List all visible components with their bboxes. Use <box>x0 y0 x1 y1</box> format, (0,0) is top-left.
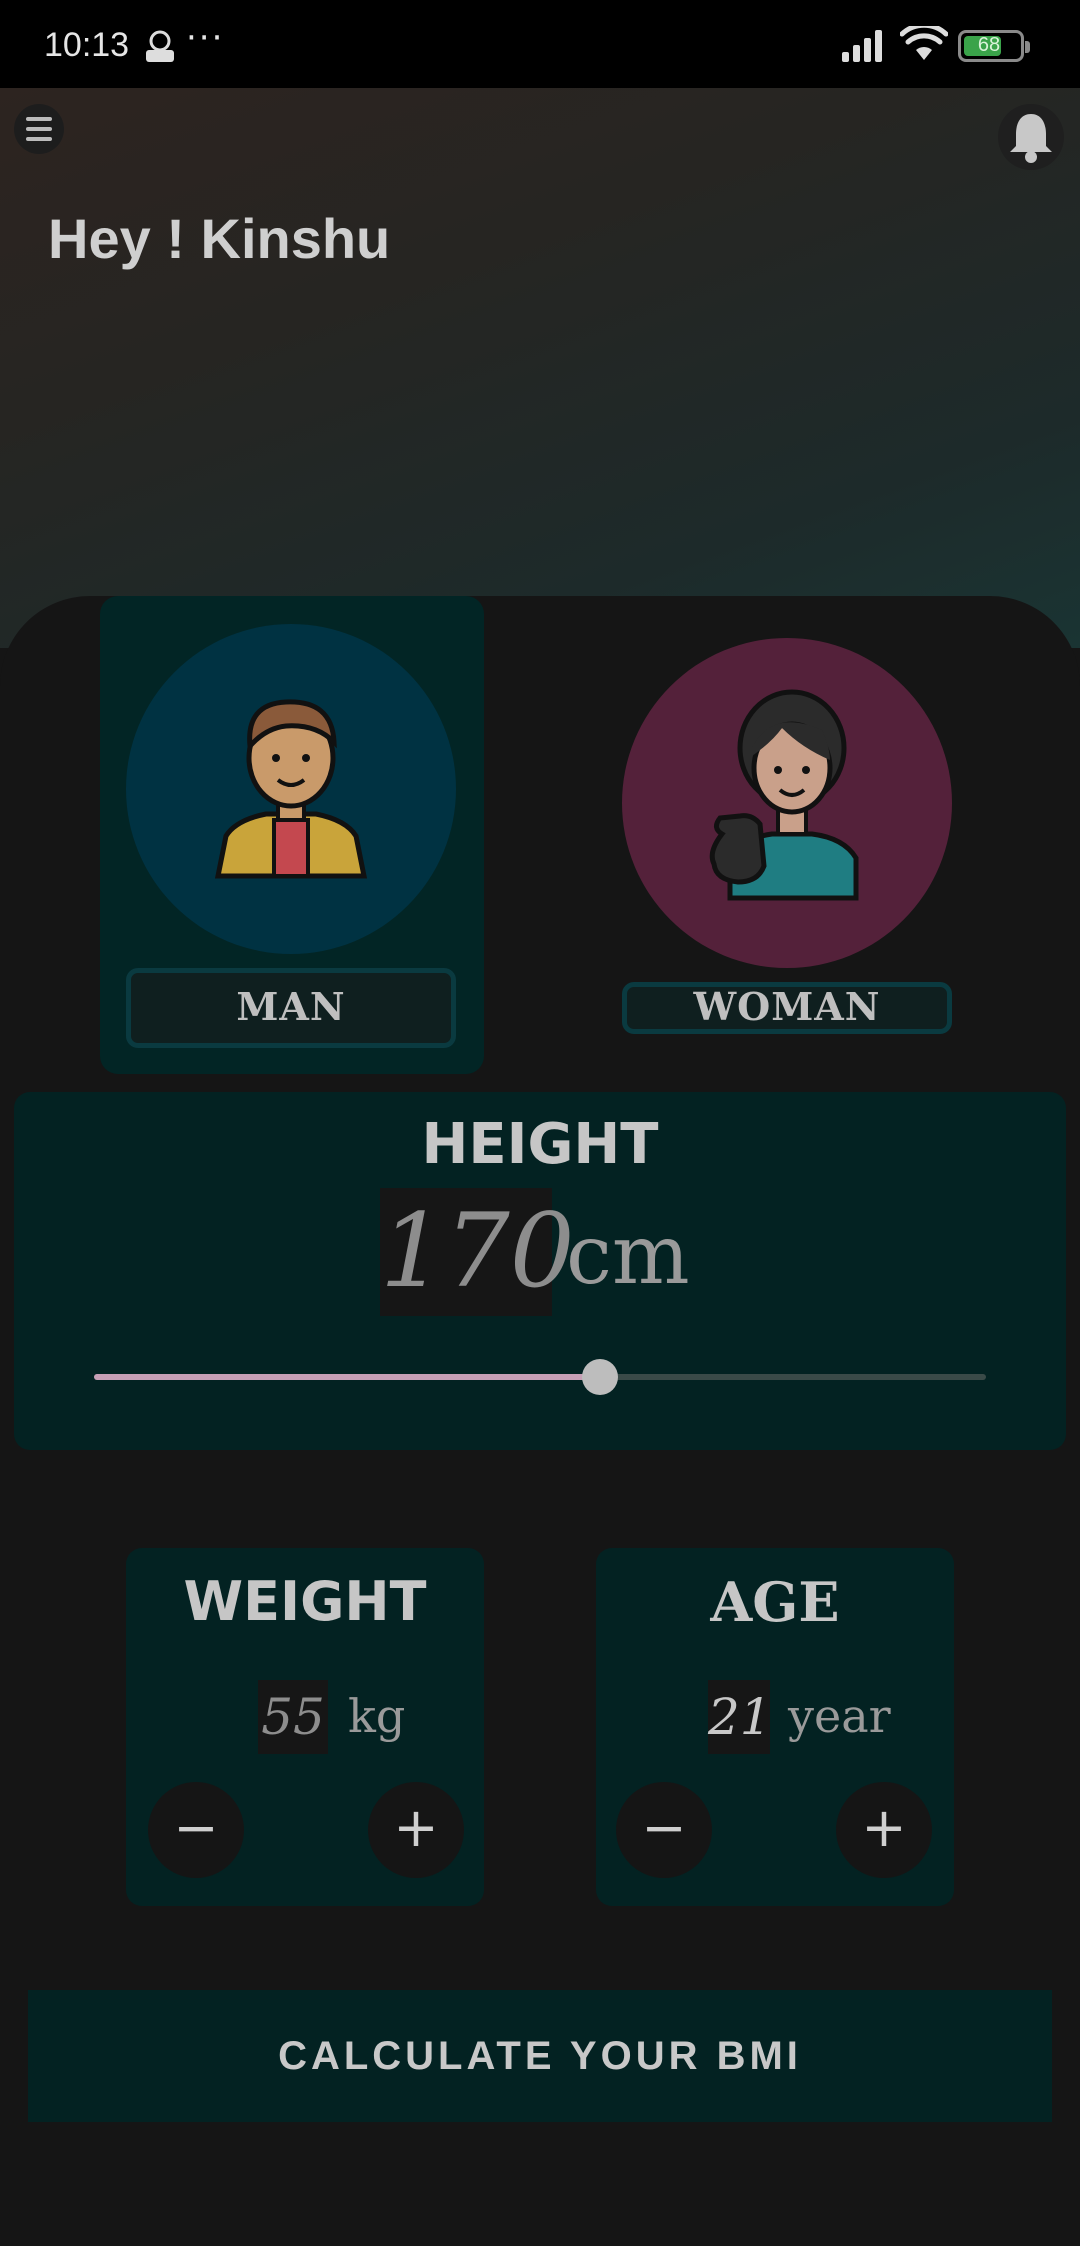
age-card: AGE 21 year − + <box>596 1548 954 1906</box>
weight-increment-button[interactable]: + <box>368 1782 464 1878</box>
man-avatar-icon <box>214 699 368 879</box>
man-card[interactable]: MAN <box>100 596 484 1074</box>
hamburger-icon-line <box>26 127 52 131</box>
man-avatar-circle <box>126 624 456 954</box>
header: Hey ! Kinshu <box>0 88 1080 648</box>
age-increment-button[interactable]: + <box>836 1782 932 1878</box>
greeting-title: Hey ! Kinshu <box>48 207 391 270</box>
battery-level: 68 <box>977 34 1001 56</box>
woman-card[interactable]: WOMAN <box>596 614 980 1054</box>
signal-icon <box>842 30 882 62</box>
notification-button[interactable] <box>998 104 1064 170</box>
status-time: 10:13 <box>44 26 130 64</box>
age-title: AGE <box>710 1570 840 1634</box>
status-bar: 10:13 ··· 68 <box>0 0 1080 88</box>
battery-icon: 68 <box>958 30 1030 62</box>
status-more-dots: ··· <box>186 18 225 58</box>
age-unit: year <box>788 1689 891 1743</box>
weight-value: 55 <box>258 1680 328 1754</box>
calculate-bmi-button[interactable]: CALCULATE YOUR BMI <box>28 1990 1052 2122</box>
menu-button[interactable] <box>14 104 64 154</box>
weight-unit: kg <box>348 1689 406 1743</box>
hamburger-icon <box>26 117 52 121</box>
height-slider-thumb[interactable] <box>581 1359 618 1395</box>
woman-avatar-circle <box>622 638 952 968</box>
height-unit: cm <box>566 1208 690 1303</box>
weight-card: WEIGHT 55 kg − + <box>126 1548 484 1906</box>
hamburger-icon-line <box>26 137 52 141</box>
height-title: HEIGHT <box>421 1112 659 1177</box>
height-slider-fill <box>94 1374 600 1380</box>
age-value: 21 <box>708 1680 772 1754</box>
woman-label: WOMAN <box>622 982 952 1034</box>
height-slider[interactable] <box>94 1359 986 1395</box>
weight-decrement-button[interactable]: − <box>148 1782 244 1878</box>
battery-tip <box>1025 41 1030 53</box>
height-value: 170 <box>380 1188 575 1316</box>
app-notification-icon <box>146 30 174 62</box>
wifi-icon <box>900 26 948 60</box>
woman-avatar-icon <box>709 689 859 901</box>
weight-title: WEIGHT <box>183 1570 427 1633</box>
age-decrement-button[interactable]: − <box>616 1782 712 1878</box>
man-label: MAN <box>126 968 456 1048</box>
bell-icon <box>1010 114 1052 163</box>
